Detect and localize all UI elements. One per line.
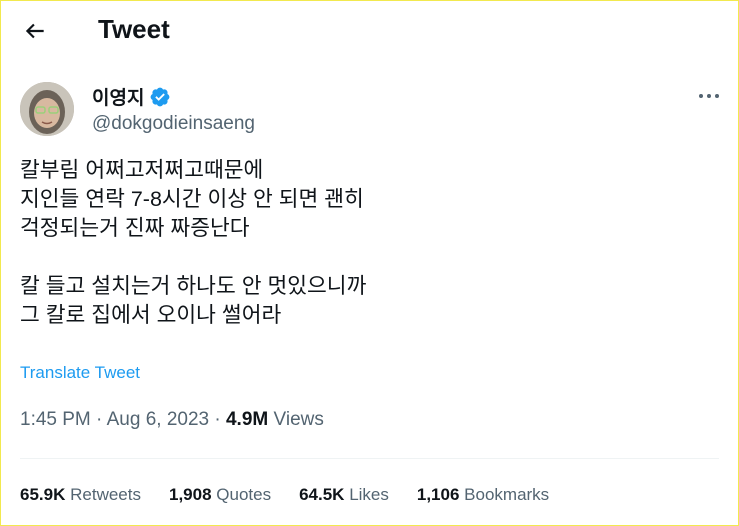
avatar[interactable]	[20, 82, 74, 136]
more-options-button[interactable]	[694, 86, 724, 106]
arrow-left-icon	[25, 23, 44, 39]
quotes-stat[interactable]: 1,908 Quotes	[169, 485, 271, 505]
tweet-meta: 1:45 PM · Aug 6, 2023 · 4.9M Views	[20, 409, 324, 431]
bookmarks-stat[interactable]: 1,106 Bookmarks	[417, 485, 549, 505]
stat-label: Likes	[349, 485, 389, 504]
tweet-time[interactable]: 1:45 PM	[20, 409, 91, 430]
tweet-line: 칼 들고 설치는거 하나도 안 멋있으니까	[20, 274, 367, 298]
verified-badge-icon	[151, 87, 170, 106]
stat-label: Retweets	[70, 485, 141, 504]
stat-count: 1,908	[168, 485, 212, 504]
engagement-stats: 65.9K Retweets 1,908 Quotes 64.5K Likes …	[20, 485, 577, 505]
tweet-line: 칼부림 어쩌고저쩌고때문에	[20, 158, 264, 182]
meta-separator: ·	[214, 409, 221, 430]
more-dot	[715, 94, 719, 98]
meta-separator: ·	[96, 409, 103, 430]
page-title: Tweet	[98, 14, 170, 44]
translate-tweet-link[interactable]: Translate Tweet	[20, 363, 140, 383]
back-button[interactable]	[22, 18, 48, 44]
retweets-stat[interactable]: 65.9K Retweets	[20, 485, 141, 505]
stat-label: Quotes	[216, 485, 272, 504]
tweet-line: 지인들 연락 7-8시간 이상 안 되면 괜히	[20, 187, 364, 211]
tweet-line: 걱정되는거 진짜 짜증난다	[20, 216, 250, 240]
divider	[20, 458, 719, 459]
tweet-line: 그 칼로 집에서 오이나 썰어라	[20, 303, 282, 327]
stat-count: 65.9K	[20, 485, 66, 504]
likes-stat[interactable]: 64.5K Likes	[299, 485, 389, 505]
avatar-image	[20, 82, 74, 136]
stat-label: Bookmarks	[464, 485, 550, 504]
views-label: Views	[273, 409, 324, 430]
stat-count: 64.5K	[299, 485, 345, 504]
stat-count: 1,106	[416, 485, 460, 504]
author-handle[interactable]: @dokgodieinsaeng	[92, 113, 255, 135]
author-display-name[interactable]: 이영지	[92, 83, 144, 110]
tweet-date[interactable]: Aug 6, 2023	[107, 409, 209, 430]
author-name-row: 이영지	[92, 83, 171, 110]
more-dot	[699, 94, 703, 98]
views-count: 4.9M	[225, 409, 269, 430]
top-bar: Tweet	[0, 0, 739, 60]
more-dot	[707, 94, 711, 98]
tweet-text: 칼부림 어쩌고저쩌고때문에 지인들 연락 7-8시간 이상 안 되면 괜히 걱정…	[20, 156, 710, 330]
